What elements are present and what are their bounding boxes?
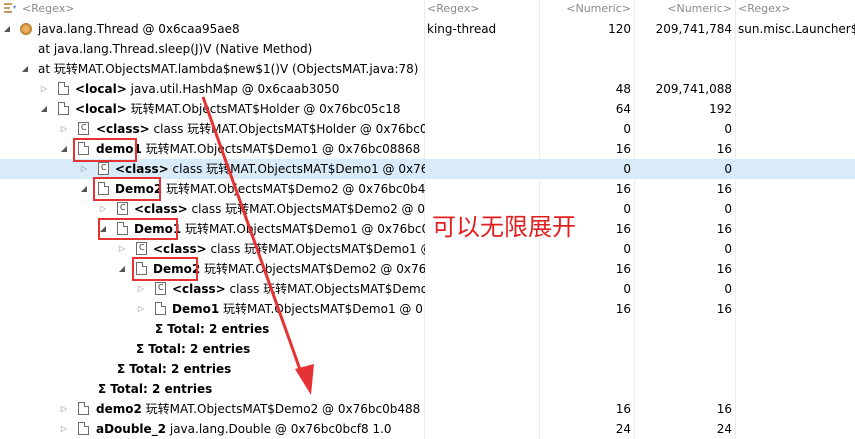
annotation-text: 可以无限展开 [432,213,576,241]
annotation-arrow-icon [201,96,314,395]
